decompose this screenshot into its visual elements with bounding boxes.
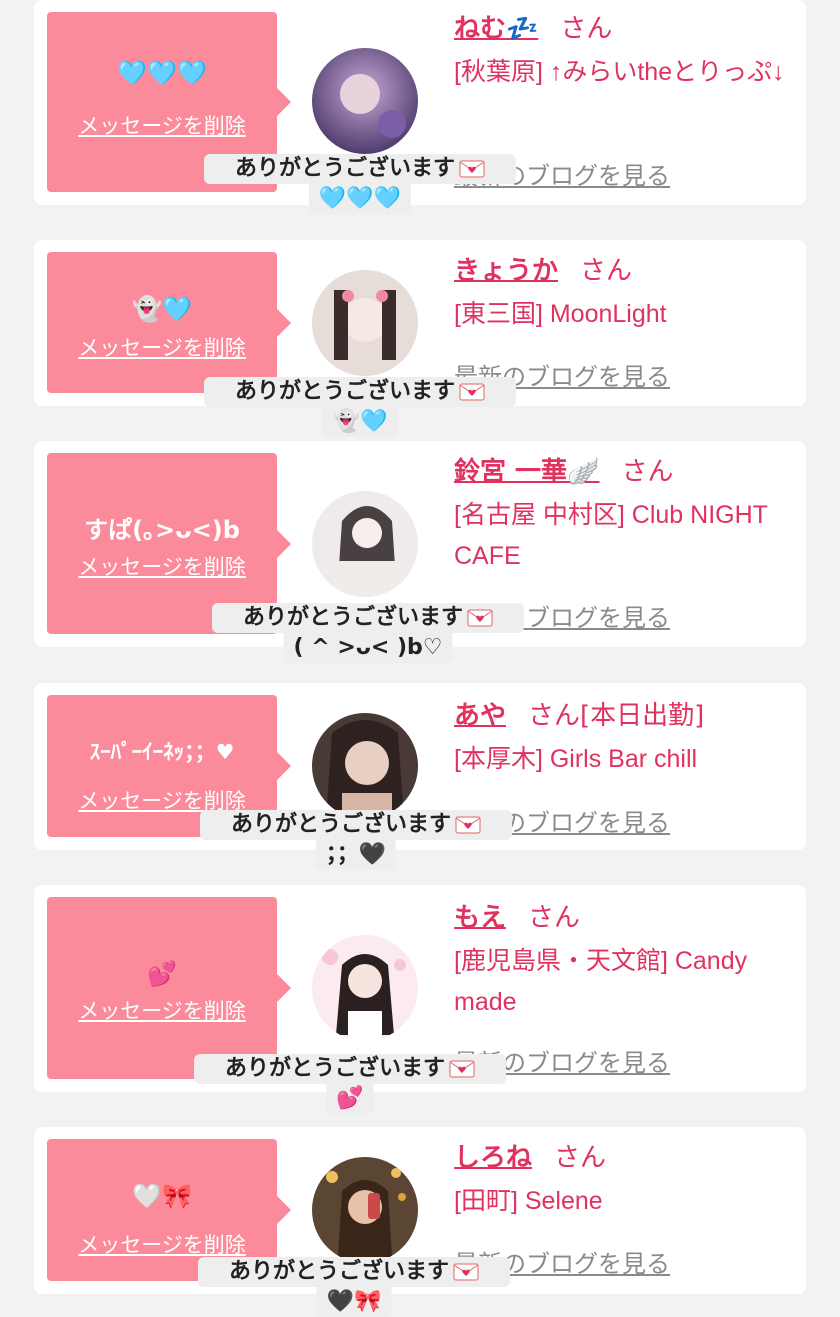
message-text: 👻🩵 <box>132 295 192 323</box>
reply-message: ありがとうございます 🖤🎀 <box>198 1257 510 1317</box>
cast-name-link[interactable]: きょうか <box>454 256 558 286</box>
avatar[interactable] <box>312 713 418 819</box>
delete-message-link[interactable]: メッセージを削除 <box>47 334 277 362</box>
reply-text: ありがとうございます <box>230 812 451 837</box>
honorific: さん <box>621 457 674 487</box>
reply-emoji: 💕 <box>326 1084 374 1114</box>
love-letter-icon <box>467 609 493 627</box>
reply-text: ありがとうございます <box>234 379 455 404</box>
avatar[interactable] <box>312 1157 418 1263</box>
shop-name: [鹿児島県・天文館] Candy made <box>454 947 748 1016</box>
avatar[interactable] <box>312 935 418 1041</box>
cast-info: もえ さん [鹿児島県・天文館] Candy made <box>454 901 794 1023</box>
cast-name-link[interactable]: しろね <box>454 1143 532 1173</box>
reply-emoji: ；；🖤 <box>315 840 397 870</box>
delete-message-link[interactable]: メッセージを削除 <box>47 112 277 140</box>
delete-message-link[interactable]: メッセージを削除 <box>47 997 277 1025</box>
reply-emoji: 👻🩵 <box>322 407 398 437</box>
reply-message: ありがとうございます 🩵🩵🩵 <box>204 154 516 214</box>
shop-name: [田町] Selene <box>454 1187 603 1215</box>
message-text: ｽｰﾊﾟｰｲｰﾈｯ；；♥ <box>89 740 235 764</box>
avatar[interactable] <box>312 270 418 376</box>
work-status: [本日出勤] <box>580 701 705 731</box>
honorific: さん <box>560 14 613 44</box>
reply-text: ありがとうございます <box>224 1056 445 1081</box>
reply-message: ありがとうございます 👻🩵 <box>204 377 516 437</box>
reply-emoji: 🩵🩵🩵 <box>308 184 412 214</box>
message-text: 💕 <box>147 960 177 988</box>
message-text: 🤍🎀 <box>132 1182 192 1210</box>
love-letter-icon <box>459 383 485 401</box>
message-bubble: 👻🩵 メッセージを削除 <box>47 252 291 393</box>
love-letter-icon <box>459 160 485 178</box>
reply-message: ありがとうございます ( ^ >ᴗ< )b♡ <box>212 603 524 663</box>
honorific: さん <box>528 903 581 933</box>
shop-name: [秋葉原] ↑みらいtheとりっぷ↓ <box>454 58 785 86</box>
cast-info: しろね さん [田町] Selene <box>454 1141 794 1222</box>
love-letter-icon <box>449 1060 475 1078</box>
honorific: さん <box>580 256 633 286</box>
reply-text: ありがとうございます <box>228 1259 449 1284</box>
cast-name-link[interactable]: もえ <box>454 903 506 933</box>
delete-message-link[interactable]: メッセージを削除 <box>47 553 277 581</box>
honorific: さん <box>528 701 581 731</box>
love-letter-icon <box>453 1263 479 1281</box>
avatar[interactable] <box>312 491 418 597</box>
cast-name-link[interactable]: 鈴宮 一華🪽 <box>454 457 599 487</box>
message-text: 🩵🩵🩵 <box>117 59 207 87</box>
avatar[interactable] <box>312 48 418 154</box>
cast-info: きょうか さん [東三国] MoonLight <box>454 254 794 335</box>
cast-info: あや さん[本日出勤] [本厚木] Girls Bar chill <box>454 699 794 780</box>
cast-info: 鈴宮 一華🪽 さん [名古屋 中村区] Club NIGHT CAFE <box>454 455 794 577</box>
shop-name: [名古屋 中村区] Club NIGHT CAFE <box>454 501 768 570</box>
cast-info: ねむ💤 さん [秋葉原] ↑みらいtheとりっぷ↓ <box>454 12 794 93</box>
reply-emoji: 🖤🎀 <box>316 1287 392 1317</box>
reply-message: ありがとうございます 💕 <box>194 1054 506 1114</box>
delete-message-link[interactable]: メッセージを削除 <box>47 1231 277 1259</box>
love-letter-icon <box>455 816 481 834</box>
reply-emoji: ( ^ >ᴗ< )b♡ <box>283 633 453 663</box>
reply-text: ありがとうございます <box>234 156 455 181</box>
message-text: すぱ(｡>ᴗ<)b <box>84 516 240 544</box>
cast-name-link[interactable]: ねむ💤 <box>454 14 538 44</box>
shop-name: [東三国] MoonLight <box>454 300 667 328</box>
honorific: さん <box>554 1143 607 1173</box>
reply-message: ありがとうございます ；；🖤 <box>200 810 512 870</box>
reply-text: ありがとうございます <box>242 605 463 630</box>
shop-name: [本厚木] Girls Bar chill <box>454 745 698 773</box>
message-bubble: 💕 メッセージを削除 <box>47 897 291 1079</box>
cast-name-link[interactable]: あや <box>454 701 506 731</box>
